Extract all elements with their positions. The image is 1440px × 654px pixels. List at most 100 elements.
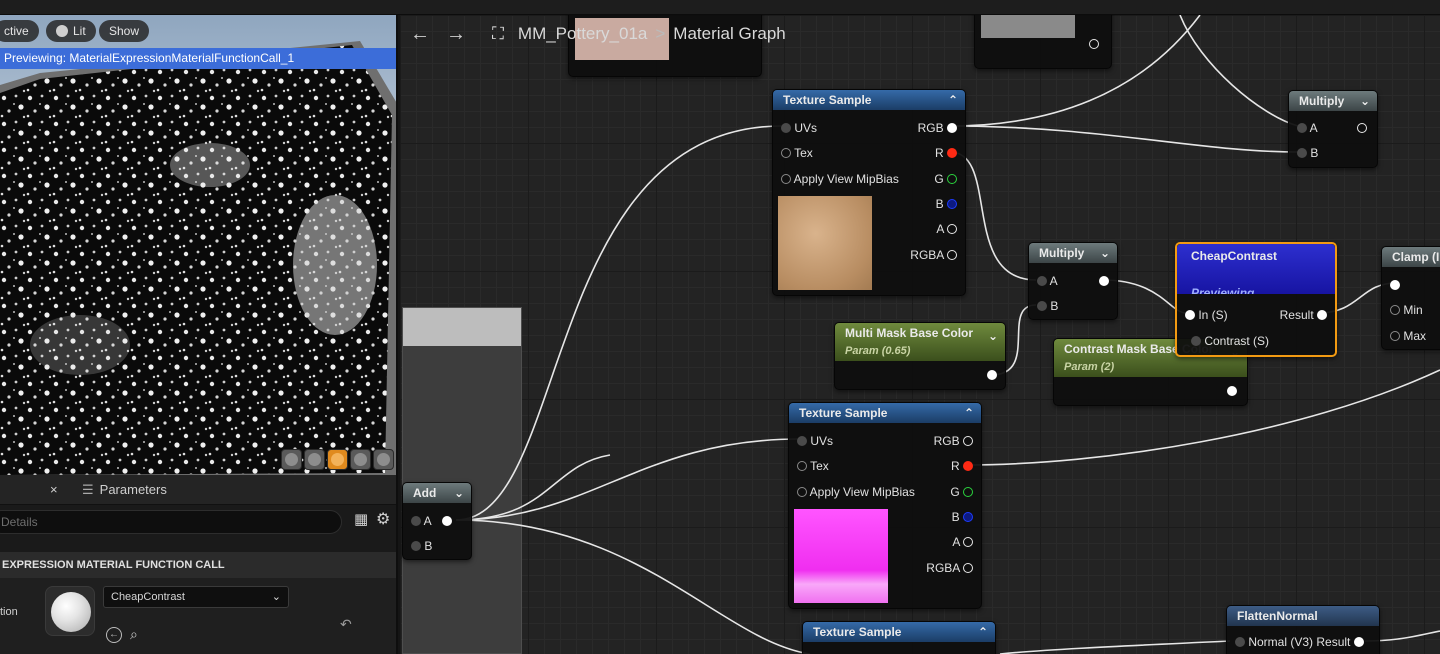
output-pin[interactable]: [1227, 383, 1237, 399]
node-title: Multi Mask Base Color ⌄ Param (0.65): [835, 323, 1005, 361]
output-pin-rgba[interactable]: RGBA: [910, 247, 957, 263]
texture-sample-node-3[interactable]: Texture Sample ⌃: [802, 621, 996, 654]
left-panel: ctive Lit Show Previewing: MaterialExpre…: [0, 15, 398, 654]
add-node[interactable]: Add ⌄ A B: [402, 482, 472, 560]
preview-banner: Previewing: MaterialExpressionMaterialFu…: [0, 48, 396, 69]
gear-icon[interactable]: ⚙: [376, 511, 394, 529]
breadcrumb-asset[interactable]: MM_Pottery_01a: [518, 24, 647, 43]
output-pin-result[interactable]: Result: [1280, 307, 1327, 323]
cylinder-icon[interactable]: [281, 449, 302, 470]
cube-icon[interactable]: [350, 449, 371, 470]
input-pin-a[interactable]: A: [411, 513, 453, 529]
input-pin-tex[interactable]: Tex: [781, 145, 813, 161]
input-pin-max[interactable]: Max: [1390, 328, 1426, 344]
details-tabbar: × ☰ Parameters: [0, 475, 396, 505]
preview-mesh: [0, 41, 396, 475]
chevron-up-icon: ⌃: [947, 93, 958, 107]
output-pin[interactable]: [987, 367, 997, 383]
output-pin[interactable]: [1099, 273, 1109, 289]
texture-preview: [794, 509, 888, 603]
breadcrumb: MM_Pottery_01a > Material Graph: [518, 24, 786, 44]
viewport-mode-button[interactable]: ctive: [0, 20, 39, 42]
output-pin-r[interactable]: R: [951, 458, 973, 474]
tab-parameters[interactable]: ☰ Parameters: [82, 482, 167, 498]
input-pin-b[interactable]: B: [1297, 145, 1318, 161]
previewing-label: Previewing: [1191, 286, 1255, 294]
output-pin-b[interactable]: B: [936, 196, 957, 212]
output-pin-rgb[interactable]: RGB: [918, 120, 957, 136]
browse-back-icon[interactable]: ←: [106, 627, 122, 643]
chevron-up-icon: ⌃: [977, 625, 988, 639]
multiply-node[interactable]: Multiply ⌄ A B: [1288, 90, 1378, 168]
close-tab-icon[interactable]: ×: [50, 482, 58, 497]
texture-sample-node[interactable]: Texture Sample ⌃ UVs Tex Apply View MipBi…: [772, 89, 966, 296]
details-section-header[interactable]: EXPRESSION MATERIAL FUNCTION CALL: [0, 552, 396, 578]
input-pin-a[interactable]: A: [1297, 120, 1318, 136]
function-select[interactable]: CheapContrast ⌄: [103, 586, 289, 608]
output-pin[interactable]: [1089, 36, 1099, 52]
clamp-node[interactable]: Clamp (I Min Max: [1381, 246, 1440, 350]
teapot-icon[interactable]: [373, 449, 394, 470]
texture-preview: [981, 15, 1075, 38]
property-label: tion: [0, 606, 18, 618]
function-thumbnail: [45, 586, 95, 636]
reset-icon[interactable]: ↶: [340, 616, 352, 633]
tab-parameters-label: Parameters: [99, 482, 167, 497]
input-pin-min[interactable]: Min: [1390, 302, 1423, 318]
material-node-top-right[interactable]: [974, 15, 1112, 69]
input-pin-in[interactable]: In (S): [1185, 307, 1228, 323]
output-pin-b[interactable]: B: [952, 509, 973, 525]
graph-nav-bar: ← → ⛶ MM_Pottery_01a > Material Graph: [410, 19, 786, 49]
details-search-input[interactable]: Details: [0, 510, 342, 534]
breadcrumb-separator: >: [655, 24, 666, 43]
normal-result-pin[interactable]: Normal (V3) Result: [1235, 634, 1364, 650]
top-toolbar-strip: [0, 0, 1440, 15]
plane-icon[interactable]: [327, 449, 348, 470]
forward-arrow-icon[interactable]: →: [446, 23, 482, 46]
output-pin-g[interactable]: G: [934, 171, 957, 187]
lit-button[interactable]: Lit: [46, 20, 96, 42]
input-pin-tex[interactable]: Tex: [797, 458, 829, 474]
output-pin-r[interactable]: R: [935, 145, 957, 161]
multiply-node-2[interactable]: Multiply ⌄ A B: [1028, 242, 1118, 320]
output-pin[interactable]: [1357, 120, 1367, 136]
table-view-icon[interactable]: ▦: [354, 512, 370, 528]
output-pin-a[interactable]: A: [952, 534, 973, 550]
sphere-icon[interactable]: [304, 449, 325, 470]
input-pin-b[interactable]: B: [411, 538, 432, 554]
back-arrow-icon[interactable]: ←: [410, 23, 446, 46]
show-button[interactable]: Show: [99, 20, 150, 42]
output-pin-rgb[interactable]: RGB: [934, 433, 973, 449]
node-title: Texture Sample ⌃: [803, 622, 995, 642]
chevron-down-icon: ⌄: [1359, 94, 1370, 108]
texture-preview: [778, 196, 872, 290]
lit-label: Lit: [73, 24, 86, 38]
sliders-icon: ☰: [82, 482, 94, 497]
input-pin-mipbias[interactable]: Apply View MipBias: [781, 171, 899, 187]
chevron-down-icon: ⌄: [987, 329, 998, 343]
texture-sample-node-2[interactable]: Texture Sample ⌃ UVs Tex Apply View MipBi…: [788, 402, 982, 609]
output-pin-rgba[interactable]: RGBA: [926, 560, 973, 576]
node-title: FlattenNormal: [1227, 606, 1379, 626]
breadcrumb-graph[interactable]: Material Graph: [673, 24, 785, 43]
output-pin-g[interactable]: G: [950, 484, 973, 500]
preview-viewport[interactable]: ctive Lit Show Previewing: MaterialExpre…: [0, 15, 396, 475]
input-pin-a[interactable]: A: [1037, 273, 1058, 289]
node-title: Add ⌄: [403, 483, 471, 503]
chevron-down-icon: ⌄: [1099, 246, 1110, 260]
chevron-up-icon: ⌃: [963, 406, 974, 420]
input-pin-contrast[interactable]: Contrast (S): [1191, 333, 1269, 349]
param-subtitle: Param (0.65): [845, 345, 911, 357]
output-pin-a[interactable]: A: [936, 221, 957, 237]
cheap-contrast-node[interactable]: CheapContrast Previewing In (S) Contrast …: [1175, 242, 1337, 357]
input-pin-b[interactable]: B: [1037, 298, 1058, 314]
input-pin-uvs[interactable]: UVs: [781, 120, 817, 136]
search-icon[interactable]: ⌕: [130, 626, 138, 643]
input-pin-uvs[interactable]: UVs: [797, 433, 833, 449]
material-graph-canvas[interactable]: ← → ⛶ MM_Pottery_01a > Material Graph Text…: [400, 15, 1440, 654]
multi-mask-base-color-param[interactable]: Multi Mask Base Color ⌄ Param (0.65): [834, 322, 1006, 390]
input-pin[interactable]: [1390, 277, 1400, 293]
preview-shape-toolbar: [281, 449, 394, 470]
input-pin-mipbias[interactable]: Apply View MipBias: [797, 484, 915, 500]
flatten-normal-node[interactable]: FlattenNormal Normal (V3) Result: [1226, 605, 1380, 654]
